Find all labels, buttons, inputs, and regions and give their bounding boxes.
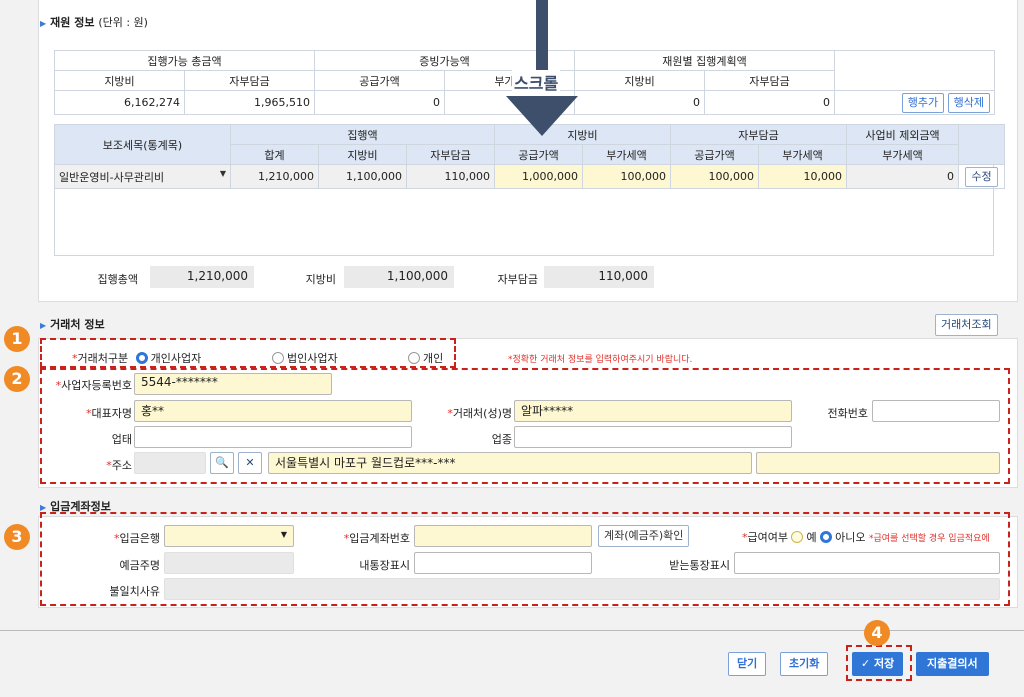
table-row[interactable]: 일반운영비-사무관리비 ▼ 1,210,000 1,100,000 110,000… xyxy=(54,164,1006,189)
col-header: 부가세액 xyxy=(846,144,960,165)
delete-row-button[interactable]: 행삭제 xyxy=(947,92,991,113)
highlight-box xyxy=(40,512,1010,606)
col-header: 부가세액 xyxy=(757,144,848,165)
detail-cell: 1,100,000 xyxy=(318,164,407,189)
col-header: 자부담금 xyxy=(406,144,495,165)
col-header: 공급가액 xyxy=(314,70,445,91)
edit-cell: 수정 xyxy=(958,164,1006,189)
col-group: 집행액 xyxy=(230,124,495,145)
col-header: 지방비 xyxy=(54,70,185,91)
col-header: 보조세목(통계목) xyxy=(54,124,231,165)
step-badge: 2 xyxy=(4,366,30,392)
col-header: 자부담금 xyxy=(184,70,315,91)
scroll-label: 스크롤 xyxy=(512,70,561,94)
col-group: 자부담금 xyxy=(669,124,848,145)
item-select[interactable]: 일반운영비-사무관리비 ▼ xyxy=(54,164,231,189)
highlight-box xyxy=(40,338,456,368)
section-bullet-icon: ▶ xyxy=(40,321,47,330)
highlight-box xyxy=(846,645,912,681)
col-header: 공급가액 xyxy=(670,144,759,165)
col-group: 재원별 집행계획액 xyxy=(574,50,836,71)
detail-cell: 1,210,000 xyxy=(230,164,319,189)
finance-cell: 0 xyxy=(704,90,836,115)
detail-cell[interactable]: 1,000,000 xyxy=(494,164,583,189)
col-header: 공급가액 xyxy=(494,144,583,165)
finance-cell: 0 xyxy=(574,90,706,115)
detail-cell[interactable]: 100,000 xyxy=(582,164,671,189)
reset-button[interactable]: 초기화 xyxy=(780,652,829,676)
col-group: 사업비 제외금액 xyxy=(846,124,960,145)
vendor-notice: *정확한 거래처 정보를 입력하여주시기 바랍니다. xyxy=(508,355,693,365)
col-blank xyxy=(958,124,1006,165)
col-header: 지방비 xyxy=(318,144,407,165)
vendor-section-title: ▶ 거래처 정보 xyxy=(40,318,105,331)
section-bullet-icon: ▶ xyxy=(40,19,47,28)
col-blank xyxy=(834,50,996,91)
finance-cell: 1,965,510 xyxy=(184,90,315,115)
highlight-box xyxy=(40,368,1010,484)
step-badge: 3 xyxy=(4,524,30,550)
vendor-lookup-button[interactable]: 거래처조회 xyxy=(935,314,998,336)
col-header: 자부담금 xyxy=(704,70,836,91)
detail-cell[interactable]: 100,000 xyxy=(670,164,759,189)
total-value: 110,000 xyxy=(544,266,654,288)
detail-cell[interactable]: 10,000 xyxy=(757,164,848,189)
total-label: 집행총액 xyxy=(97,273,138,286)
expense-resolution-button[interactable]: 지출결의서 xyxy=(916,652,989,676)
close-button[interactable]: 닫기 xyxy=(728,652,767,676)
section-bullet-icon: ▶ xyxy=(40,503,47,512)
scroll-arrow-head xyxy=(506,96,578,136)
finance-cell: 0 xyxy=(314,90,445,115)
row-actions: 행추가 행삭제 xyxy=(834,90,996,115)
total-label: 지방비 xyxy=(305,273,336,286)
total-label: 자부담금 xyxy=(497,273,538,286)
col-header: 지방비 xyxy=(574,70,706,91)
step-badge: 4 xyxy=(864,620,890,646)
detail-cell: 0 xyxy=(846,164,960,189)
col-group: 집행가능 총금액 xyxy=(54,50,315,71)
total-value: 1,210,000 xyxy=(150,266,254,288)
step-badge: 1 xyxy=(4,326,30,352)
edit-button[interactable]: 수정 xyxy=(965,166,998,187)
add-row-button[interactable]: 행추가 xyxy=(901,92,945,113)
col-header: 합계 xyxy=(230,144,319,165)
chevron-down-icon: ▼ xyxy=(219,168,226,178)
finance-cell: 6,162,274 xyxy=(54,90,185,115)
total-value: 1,100,000 xyxy=(344,266,454,288)
detail-cell: 110,000 xyxy=(406,164,495,189)
finance-section-title: ▶ 재원 정보 (단위 : 원) xyxy=(40,16,148,29)
col-header: 부가세액 xyxy=(582,144,671,165)
